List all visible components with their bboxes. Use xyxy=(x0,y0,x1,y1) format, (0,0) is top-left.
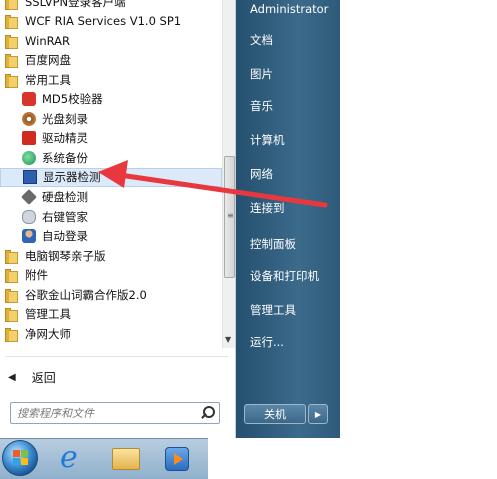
program-item[interactable]: MD5校验器 xyxy=(0,90,222,109)
media-player-icon[interactable] xyxy=(165,447,189,471)
right-panel-item[interactable]: 图片 xyxy=(250,66,273,82)
folder-icon xyxy=(5,53,19,69)
program-item[interactable]: 自动登录 xyxy=(0,227,222,246)
folder-icon xyxy=(5,14,19,30)
start-menu-right-panel: Administrator 文档图片音乐计算机网络连接到控制面板设备和打印机 管理工… xyxy=(236,0,340,438)
windows-logo-icon xyxy=(13,450,29,466)
right-panel-item[interactable]: 设备和打印机 xyxy=(250,268,319,284)
folder-icon xyxy=(5,73,19,88)
program-item[interactable]: 系统备份 xyxy=(0,148,222,167)
right-panel-item[interactable]: 音乐 xyxy=(250,98,273,114)
program-item-label: 光盘刻录 xyxy=(42,111,88,126)
program-item-label: 附件 xyxy=(25,268,48,283)
program-item-label: 百度网盘 xyxy=(25,53,71,68)
folder-icon xyxy=(5,288,19,303)
start-button[interactable] xyxy=(2,440,38,476)
folder-icon xyxy=(5,307,19,323)
chevron-right-icon: ▶ xyxy=(314,409,322,419)
program-item-label: WinRAR xyxy=(25,33,70,48)
program-item[interactable]: 右键管家 xyxy=(0,207,222,226)
right-panel-item[interactable]: 运行... xyxy=(250,334,284,350)
program-item-label: MD5校验器 xyxy=(42,92,103,107)
program-item-label: 自动登录 xyxy=(42,229,88,244)
program-item-label: 净网大师 xyxy=(25,326,71,341)
scrollbar-thumb[interactable]: ≡ xyxy=(224,156,235,278)
file-explorer-icon[interactable] xyxy=(112,448,140,470)
programs-scrollbar[interactable]: ≡ ▼ xyxy=(222,0,235,348)
monitor-test-icon xyxy=(23,170,37,185)
folder-icon xyxy=(5,327,19,342)
program-item[interactable]: SSLVPN登录客户端 xyxy=(0,0,222,11)
programs-panel: SSLVPN登录客户端 WCF RIA Services V1.0 SP1 WinR… xyxy=(0,0,236,438)
program-item-label: 常用工具 xyxy=(25,72,71,87)
system-backup-icon xyxy=(22,150,36,165)
program-item[interactable]: 百度网盘 xyxy=(0,51,222,70)
program-item-label: 右键管家 xyxy=(42,209,88,224)
folder-icon xyxy=(5,268,19,284)
program-item[interactable]: 驱动精灵 xyxy=(0,129,222,148)
back-label: 返回 xyxy=(31,370,56,385)
program-item-label: 系统备份 xyxy=(42,150,88,165)
program-item[interactable]: 谷歌金山词霸合作版2.0 xyxy=(0,285,222,304)
program-item-label: 显示器检测 xyxy=(43,170,101,185)
program-item-label: 管理工具 xyxy=(25,307,71,322)
search-placeholder: 搜索程序和文件 xyxy=(17,407,94,420)
scrollbar-grip-icon: ≡ xyxy=(227,211,234,220)
program-item[interactable]: 电脑钢琴亲子版 xyxy=(0,246,222,265)
back-button[interactable]: ◀ 返回 xyxy=(8,368,56,386)
disk-check-icon xyxy=(21,189,37,205)
folder-icon xyxy=(5,249,19,264)
program-item[interactable]: 显示器检测 xyxy=(0,167,222,187)
right-panel-item[interactable]: 文档 xyxy=(250,32,273,48)
programs-list: SSLVPN登录客户端 WCF RIA Services V1.0 SP1 WinR… xyxy=(0,0,222,348)
right-panel-item[interactable]: 控制面板 xyxy=(250,236,296,252)
program-item[interactable]: 净网大师 xyxy=(0,324,222,343)
program-item-label: 谷歌金山词霸合作版2.0 xyxy=(25,287,147,302)
program-item[interactable]: 附件 xyxy=(0,266,222,285)
folder-icon xyxy=(5,34,19,49)
back-arrow-icon: ◀ xyxy=(8,371,16,383)
shutdown-options-button[interactable]: ▶ xyxy=(308,404,328,424)
program-item-label: 电脑钢琴亲子版 xyxy=(25,248,106,263)
right-panel-item[interactable]: 连接到 xyxy=(250,200,285,216)
program-item[interactable]: 常用工具 xyxy=(0,70,222,89)
right-panel-item[interactable]: 网络 xyxy=(250,166,273,182)
folder-icon xyxy=(5,0,19,10)
program-item[interactable]: 管理工具 xyxy=(0,305,222,324)
shutdown-button[interactable]: 关机 xyxy=(244,404,306,424)
auto-login-icon xyxy=(22,229,36,244)
right-panel-item[interactable]: 计算机 xyxy=(250,132,285,148)
program-item-label: SSLVPN登录客户端 xyxy=(25,0,126,9)
right-panel-item[interactable]: Administrator xyxy=(250,2,328,16)
program-item-label: 硬盘检测 xyxy=(42,190,88,204)
scroll-down-icon[interactable]: ▼ xyxy=(225,335,231,344)
divider xyxy=(6,356,228,357)
search-icon[interactable] xyxy=(197,403,219,423)
program-item[interactable]: WCF RIA Services V1.0 SP1 xyxy=(0,12,222,31)
right-panel-item[interactable]: 管理工具 xyxy=(250,302,296,318)
program-item[interactable]: 硬盘检测 xyxy=(0,188,222,207)
program-item-label: 驱动精灵 xyxy=(42,131,88,146)
search-input[interactable]: 搜索程序和文件 xyxy=(10,402,220,424)
program-item[interactable]: WinRAR xyxy=(0,31,222,50)
driver-genius-icon xyxy=(22,131,36,146)
internet-explorer-icon[interactable]: e xyxy=(60,443,78,473)
disc-burn-icon xyxy=(22,111,36,126)
shutdown-label: 关机 xyxy=(264,408,286,421)
md5-icon xyxy=(22,92,36,107)
program-item-label: WCF RIA Services V1.0 SP1 xyxy=(25,14,182,29)
mouse-icon xyxy=(22,209,36,224)
program-item[interactable]: 光盘刻录 xyxy=(0,109,222,128)
